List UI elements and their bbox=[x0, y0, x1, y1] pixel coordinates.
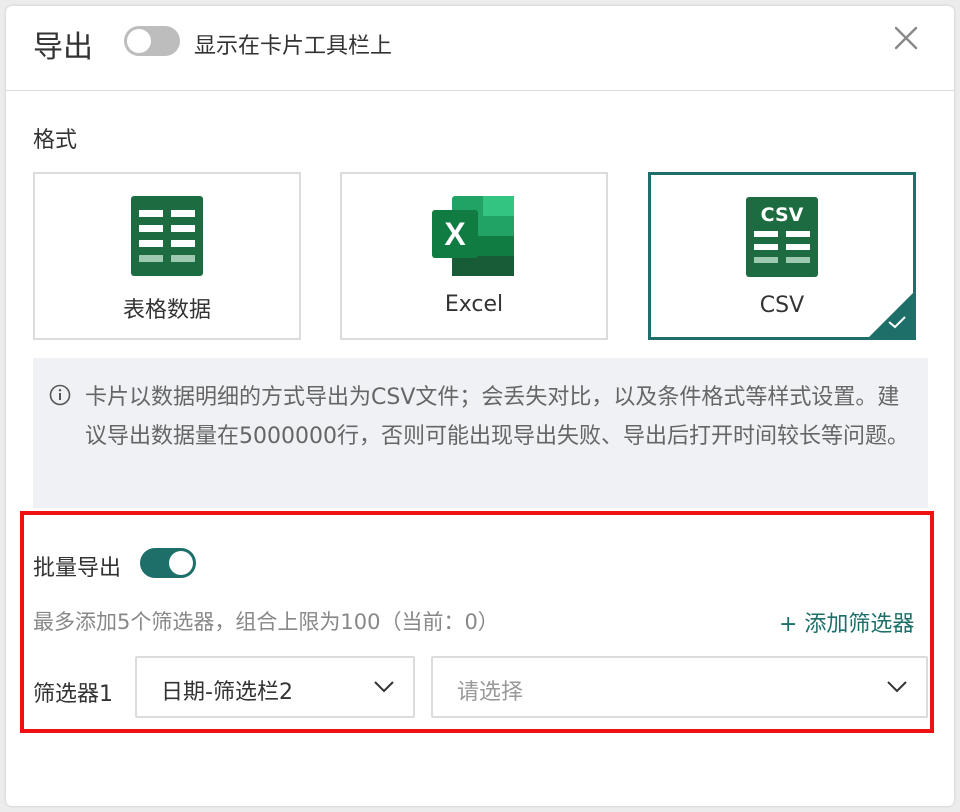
format-option-label: Excel bbox=[444, 292, 504, 317]
toggle-knob bbox=[127, 29, 151, 53]
chevron-down-icon bbox=[374, 681, 394, 693]
dialog-title: 导出 bbox=[33, 30, 93, 65]
close-icon[interactable] bbox=[890, 22, 922, 54]
batch-hint: 最多添加5个筛选器，组合上限为100（当前：0） bbox=[33, 610, 499, 634]
excel-icon: X bbox=[432, 196, 514, 276]
svg-text:X: X bbox=[444, 216, 466, 252]
format-option-table-data[interactable]: 表格数据 bbox=[33, 172, 301, 340]
csv-icon: CSV bbox=[746, 197, 818, 277]
export-dialog: 导出 显示在卡片工具栏上 格式 表格数据 X Excel CSV CSV 卡片以… bbox=[6, 6, 954, 806]
csv-icon-text: CSV bbox=[761, 204, 804, 226]
toolbar-toggle-label: 显示在卡片工具栏上 bbox=[194, 34, 393, 59]
check-icon bbox=[888, 316, 906, 329]
format-option-label: 表格数据 bbox=[122, 298, 211, 323]
batch-export-toggle[interactable] bbox=[140, 548, 196, 578]
info-banner: 卡片以数据明细的方式导出为CSV文件；会丢失对比，以及条件格式等样式设置。建议导… bbox=[33, 358, 928, 508]
toggle-knob bbox=[169, 551, 193, 575]
format-option-csv[interactable]: CSV CSV bbox=[648, 172, 916, 340]
filter-value-select[interactable]: 请选择 bbox=[431, 656, 928, 718]
filter-value-placeholder: 请选择 bbox=[457, 680, 524, 705]
filter-label: 筛选器1 bbox=[33, 682, 113, 707]
toolbar-toggle[interactable] bbox=[124, 26, 180, 56]
batch-export-label: 批量导出 bbox=[33, 556, 122, 581]
filter-field-select[interactable]: 日期-筛选栏2 bbox=[135, 656, 415, 718]
format-label: 格式 bbox=[33, 128, 78, 153]
chevron-down-icon bbox=[887, 681, 907, 693]
info-text: 卡片以数据明细的方式导出为CSV文件；会丢失对比，以及条件格式等样式设置。建议导… bbox=[85, 385, 909, 449]
table-data-icon bbox=[131, 196, 203, 276]
add-filter-button[interactable]: + 添加筛选器 bbox=[779, 606, 914, 638]
format-option-excel[interactable]: X Excel bbox=[340, 172, 608, 340]
filter-field-value: 日期-筛选栏2 bbox=[161, 680, 293, 705]
info-icon bbox=[49, 384, 71, 406]
dialog-header: 导出 显示在卡片工具栏上 bbox=[6, 6, 954, 91]
